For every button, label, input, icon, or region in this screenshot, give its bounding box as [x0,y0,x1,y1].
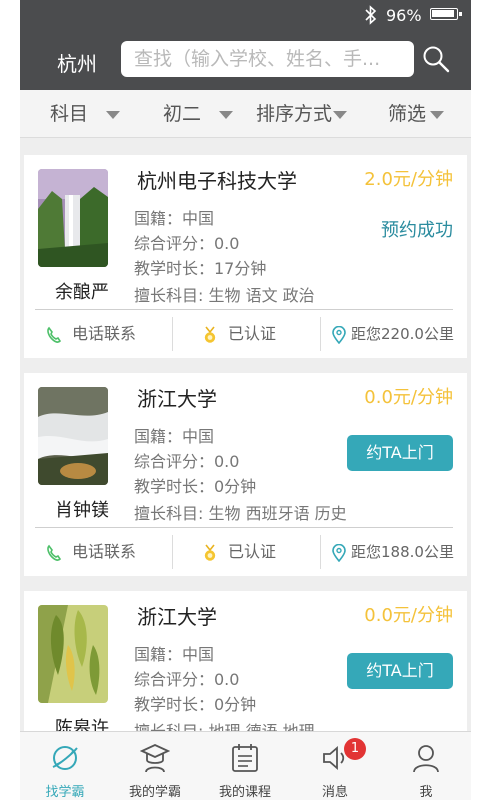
planet-icon [52,746,78,770]
chevron-down-icon [219,110,234,119]
distance-label: 距您188.0公里 [351,543,454,561]
bottom-nav: 找学霸 我的学霸 我的课程 1 消息 我 [20,731,471,800]
subjects: 擅长科目: 生物 语文 政治 [134,286,315,305]
verified-label: 已认证 [228,324,277,343]
chevron-down-icon [430,110,445,119]
nav-label: 我的课程 [218,785,271,800]
teacher-card[interactable]: 肖钟镁 浙江大学 0.0元/分钟 国籍：中国 综合评分：0.0 教学时长：0分钟… [24,373,467,576]
filter-sort[interactable]: 排序方式 [256,90,348,138]
separator [320,317,321,351]
distance: 距您220.0公里 [331,310,454,358]
nationality: 国籍：中国 [134,209,215,228]
call-button[interactable]: 电话联系 [46,528,136,576]
filter-grade[interactable]: 初二 [163,90,234,138]
filter-label: 科目 [50,103,89,125]
nav-my-tutors[interactable]: 我的学霸 [110,732,200,800]
rating: 综合评分：0.0 [134,670,240,689]
price: 0.0元/分钟 [364,605,453,626]
filter-label: 初二 [163,103,202,125]
call-label: 电话联系 [72,542,137,561]
city-selector[interactable]: 杭州 [57,48,97,77]
nav-my-courses[interactable]: 我的课程 [200,732,290,800]
nationality: 国籍：中国 [134,427,215,446]
phone-icon [47,544,62,561]
separator [172,535,173,569]
filter-screen[interactable]: 筛选 [388,90,445,138]
price: 0.0元/分钟 [364,387,453,408]
verified-label: 已认证 [228,542,277,561]
teaching-duration: 教学时长：0分钟 [134,695,257,714]
search-icon[interactable] [422,45,450,73]
filter-subject[interactable]: 科目 [50,90,121,138]
distance: 距您188.0公里 [331,528,454,576]
app-screen: 96% 杭州 查找（输入学校、姓名、手... 科目 初二 排序方式 筛选 余酿严… [20,0,471,800]
unread-badge: 1 [344,738,366,760]
call-button[interactable]: 电话联系 [46,310,136,358]
calendar-icon [232,744,258,772]
top-bar: 96% 杭州 查找（输入学校、姓名、手... [20,0,471,90]
bluetooth-icon [365,5,377,25]
teacher-photo [38,169,108,267]
rating: 综合评分：0.0 [134,234,240,253]
nationality: 国籍：中国 [134,645,215,664]
teacher-card[interactable]: 余酿严 杭州电子科技大学 2.0元/分钟 国籍：中国 综合评分：0.0 教学时长… [24,155,467,358]
filter-label: 排序方式 [256,103,333,125]
teacher-name: 肖钟镁 [55,500,109,521]
teacher-photo [38,605,108,703]
call-label: 电话联系 [72,324,137,343]
university-name: 杭州电子科技大学 [137,169,297,193]
verified-badge: 已认证 [202,310,276,358]
status-bar: 96% [20,0,471,30]
battery-icon [430,8,462,20]
separator [172,317,173,351]
nav-label: 找学霸 [45,785,85,800]
nav-find-tutor[interactable]: 找学霸 [20,732,110,800]
nav-label: 消息 [321,785,348,800]
location-pin-icon [332,325,346,344]
invite-button[interactable]: 约TA上门 [347,435,453,471]
nav-me[interactable]: 我 [381,732,471,800]
user-icon [413,745,439,773]
teacher-name: 余酿严 [55,282,109,303]
filter-bar: 科目 初二 排序方式 筛选 [20,90,471,138]
subjects: 擅长科目: 生物 西班牙语 历史 [134,504,347,523]
nav-label: 我 [419,785,433,800]
chevron-down-icon [106,110,121,119]
teaching-duration: 教学时长：0分钟 [134,477,257,496]
invite-button[interactable]: 约TA上门 [347,653,453,689]
medal-icon [204,544,216,561]
verified-badge: 已认证 [202,528,276,576]
price: 2.0元/分钟 [364,169,453,190]
chevron-down-icon [333,110,348,119]
teacher-photo [38,387,108,485]
booking-status: 预约成功 [381,220,453,241]
search-input[interactable]: 查找（输入学校、姓名、手... [121,41,414,77]
rating: 综合评分：0.0 [134,452,240,471]
university-name: 浙江大学 [137,605,217,629]
graduate-icon [140,744,170,773]
teaching-duration: 教学时长：17分钟 [134,259,267,278]
location-pin-icon [332,543,346,562]
nav-label: 我的学霸 [128,785,181,800]
filter-label: 筛选 [388,103,427,125]
battery-percentage: 96% [386,6,422,25]
university-name: 浙江大学 [137,387,217,411]
phone-icon [47,326,62,343]
separator [320,535,321,569]
distance-label: 距您220.0公里 [351,325,454,343]
medal-icon [204,326,216,343]
nav-messages[interactable]: 1 消息 [290,732,380,800]
